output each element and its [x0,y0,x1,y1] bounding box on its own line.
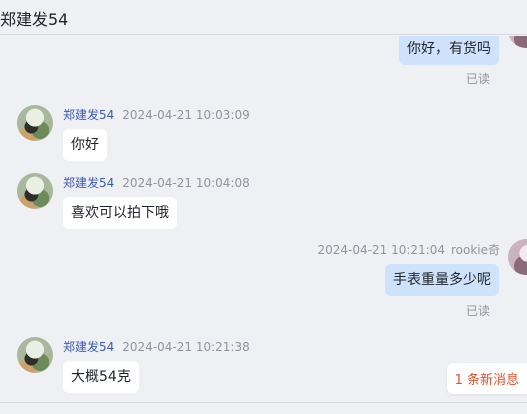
message-bubble-incoming[interactable]: 你好 [63,129,107,161]
sender-name[interactable]: 郑建发54 [63,108,114,122]
new-messages-button[interactable]: 1 条新消息 [446,363,527,394]
my-avatar[interactable] [508,239,527,275]
read-status: 已读 [466,72,491,86]
message-time: 2024-04-21 10:03:09 [122,108,250,122]
message-time: 2024-04-21 10:21:38 [122,340,250,354]
message-time: 2024-04-21 10:21:04 [317,243,445,257]
contact-avatar[interactable] [17,337,53,373]
message-meta: 郑建发54 2024-04-21 10:03:09 [63,106,250,123]
message-bubble-incoming[interactable]: 大概54克 [63,361,139,393]
message-meta: 郑建发54 2024-04-21 10:21:38 [63,338,250,355]
divider [0,402,527,403]
contact-avatar[interactable] [17,105,53,141]
message-meta: 郑建发54 2024-04-21 10:04:08 [63,174,250,191]
message-bubble-outgoing[interactable]: 你好，有货吗 [399,36,499,65]
message-list[interactable]: 你好，有货吗 已读 郑建发54 2024-04-21 10:03:09 你好 郑建… [0,36,527,402]
message-bubble-incoming[interactable]: 喜欢可以拍下哦 [63,197,177,229]
chat-title: 郑建发54 [0,10,69,29]
contact-avatar[interactable] [17,173,53,209]
my-avatar[interactable] [508,36,527,48]
sender-name[interactable]: 郑建发54 [63,340,114,354]
message-meta: 2024-04-21 10:21:04 rookie奇 [318,241,500,258]
chat-header: 郑建发54 [0,0,527,35]
read-status: 已读 [466,304,491,318]
sender-name[interactable]: rookie奇 [451,243,500,257]
message-time: 2024-04-21 10:04:08 [122,176,250,190]
sender-name[interactable]: 郑建发54 [63,176,114,190]
message-bubble-outgoing[interactable]: 手表重量多少呢 [385,264,499,296]
